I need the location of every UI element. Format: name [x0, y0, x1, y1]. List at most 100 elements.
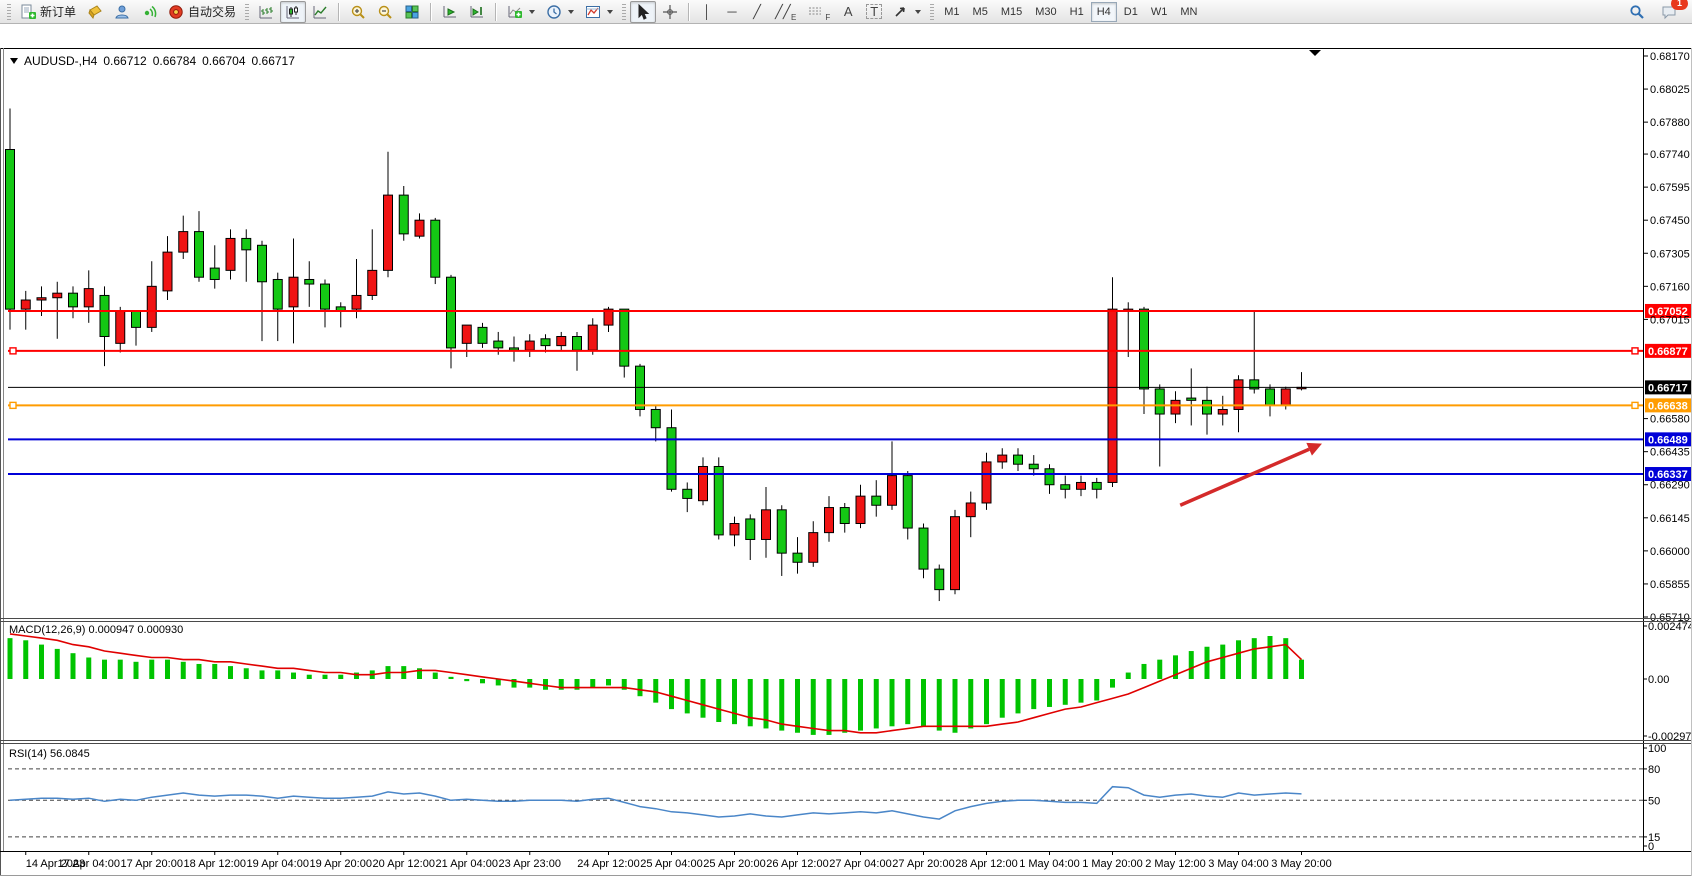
svg-text:27 Apr 20:00: 27 Apr 20:00	[892, 858, 954, 870]
candle	[998, 455, 1007, 462]
svg-text:0.68025: 0.68025	[1650, 84, 1690, 96]
price-pane[interactable]	[6, 108, 1307, 601]
macd-bar	[1236, 640, 1241, 679]
timeframe-w1-button[interactable]: W1	[1145, 2, 1174, 22]
text-tool-button[interactable]: A	[836, 1, 860, 23]
trendline-icon: ╱	[750, 4, 764, 20]
chart-menu-triangle-icon[interactable]	[10, 58, 18, 64]
indicators-dropdown-caret[interactable]	[529, 10, 535, 14]
bar-chart-icon	[258, 4, 274, 20]
candle	[226, 238, 235, 270]
candle	[1281, 389, 1290, 405]
svg-text:23 Apr 23:00: 23 Apr 23:00	[499, 858, 561, 870]
time-axis[interactable]: 14 Apr 202317 Apr 04:0017 Apr 20:0018 Ap…	[26, 851, 1332, 870]
timeframe-h1-button[interactable]: H1	[1064, 2, 1090, 22]
macd-bar	[905, 679, 910, 724]
macd-bar	[984, 679, 989, 724]
community-button[interactable]	[109, 1, 135, 23]
chart-shift-marker-icon	[1309, 50, 1321, 56]
macd-bar	[811, 679, 816, 735]
text-label-tool-button[interactable]: T	[861, 1, 887, 23]
macd-bar	[685, 679, 690, 713]
candle	[1045, 469, 1054, 485]
quotes-button[interactable]	[82, 1, 108, 23]
macd-bar	[968, 679, 973, 728]
arrow-shaft	[1180, 449, 1309, 505]
candle	[258, 245, 267, 281]
arrows-tool-button[interactable]	[888, 1, 926, 23]
indicators-button[interactable]	[502, 1, 540, 23]
chart-canvas[interactable]: 0.670520.668770.667170.666380.664890.663…	[0, 24, 1692, 877]
horizontal-level-lines[interactable]	[8, 311, 1643, 474]
candle	[132, 311, 141, 327]
template-icon	[585, 4, 601, 20]
candle	[1108, 309, 1117, 482]
templates-dropdown-caret[interactable]	[607, 10, 613, 14]
tile-windows-button[interactable]	[399, 1, 425, 23]
candle	[840, 508, 849, 524]
svg-text:3 May 04:00: 3 May 04:00	[1208, 858, 1269, 870]
horizontal-line-tool-button[interactable]: ─	[720, 1, 744, 23]
cursor-tool-button[interactable]	[630, 1, 656, 23]
macd-bar	[275, 670, 280, 679]
zoom-out-button[interactable]	[372, 1, 398, 23]
chart-candles-button[interactable]	[280, 1, 306, 23]
toolbar-separator	[430, 3, 432, 21]
rsi-pane[interactable]	[8, 769, 1643, 837]
timeframe-m30-button[interactable]: M30	[1029, 2, 1062, 22]
timeframe-mn-button[interactable]: MN	[1174, 2, 1203, 22]
candle	[667, 428, 676, 490]
macd-bar	[433, 673, 438, 679]
timeframe-h4-button[interactable]: H4	[1091, 2, 1117, 22]
zoom-in-button[interactable]	[345, 1, 371, 23]
macd-bar	[1000, 679, 1005, 718]
crosshair-tool-button[interactable]	[657, 1, 683, 23]
macd-pane[interactable]	[8, 634, 1305, 735]
macd-bar	[1031, 679, 1036, 709]
trendline-tool-button[interactable]: ╱	[745, 1, 769, 23]
svg-text:80: 80	[1648, 764, 1660, 776]
timeframe-m15-button[interactable]: M15	[995, 2, 1028, 22]
toolbar-grip	[930, 4, 934, 20]
svg-text:25 Apr 04:00: 25 Apr 04:00	[640, 858, 702, 870]
auto-scroll-button[interactable]	[437, 1, 463, 23]
timeframe-m5-button[interactable]: M5	[967, 2, 994, 22]
candle	[966, 503, 975, 517]
svg-text:100: 100	[1648, 743, 1666, 755]
svg-text:0.68170: 0.68170	[1650, 51, 1690, 63]
candle	[1061, 485, 1070, 490]
candle	[620, 309, 629, 366]
candle	[557, 337, 566, 346]
zoom-out-icon	[377, 4, 393, 20]
chart-line-button[interactable]	[307, 1, 333, 23]
periods-dropdown-caret[interactable]	[568, 10, 574, 14]
signals-button[interactable]	[136, 1, 162, 23]
chat-button[interactable]: 1	[1656, 1, 1682, 23]
channel-tool-button[interactable]: ╱╱ E	[770, 1, 801, 23]
svg-text:0.66290: 0.66290	[1650, 480, 1690, 492]
clock-icon	[546, 4, 562, 20]
macd-bar	[732, 679, 737, 724]
macd-bar	[1299, 660, 1304, 679]
arrows-dropdown-caret[interactable]	[915, 10, 921, 14]
svg-text:0.66489: 0.66489	[1648, 434, 1688, 446]
rsi-indicator-label: RSI(14) 56.0845	[9, 748, 90, 760]
macd-bar	[244, 668, 249, 679]
svg-text:20 Apr 12:00: 20 Apr 12:00	[373, 858, 435, 870]
autotrade-button[interactable]: 自动交易	[163, 1, 241, 23]
candle	[321, 284, 330, 309]
toolbar-separator	[338, 3, 340, 21]
svg-text:18 Apr 12:00: 18 Apr 12:00	[184, 858, 246, 870]
fibonacci-tool-button[interactable]: F	[802, 1, 835, 23]
timeframe-m1-button[interactable]: M1	[938, 2, 965, 22]
new-order-button[interactable]: 新订单	[15, 1, 81, 23]
vertical-line-tool-button[interactable]: │	[695, 1, 719, 23]
search-button[interactable]	[1624, 1, 1650, 23]
arrow-objects-icon	[893, 4, 909, 20]
timeframe-d1-button[interactable]: D1	[1118, 2, 1144, 22]
chart-shift-button[interactable]	[464, 1, 490, 23]
templates-button[interactable]	[580, 1, 618, 23]
periods-button[interactable]	[541, 1, 579, 23]
price-axis[interactable]: 0.670520.668770.667170.666380.664890.663…	[1643, 51, 1692, 853]
chart-bars-button[interactable]	[253, 1, 279, 23]
